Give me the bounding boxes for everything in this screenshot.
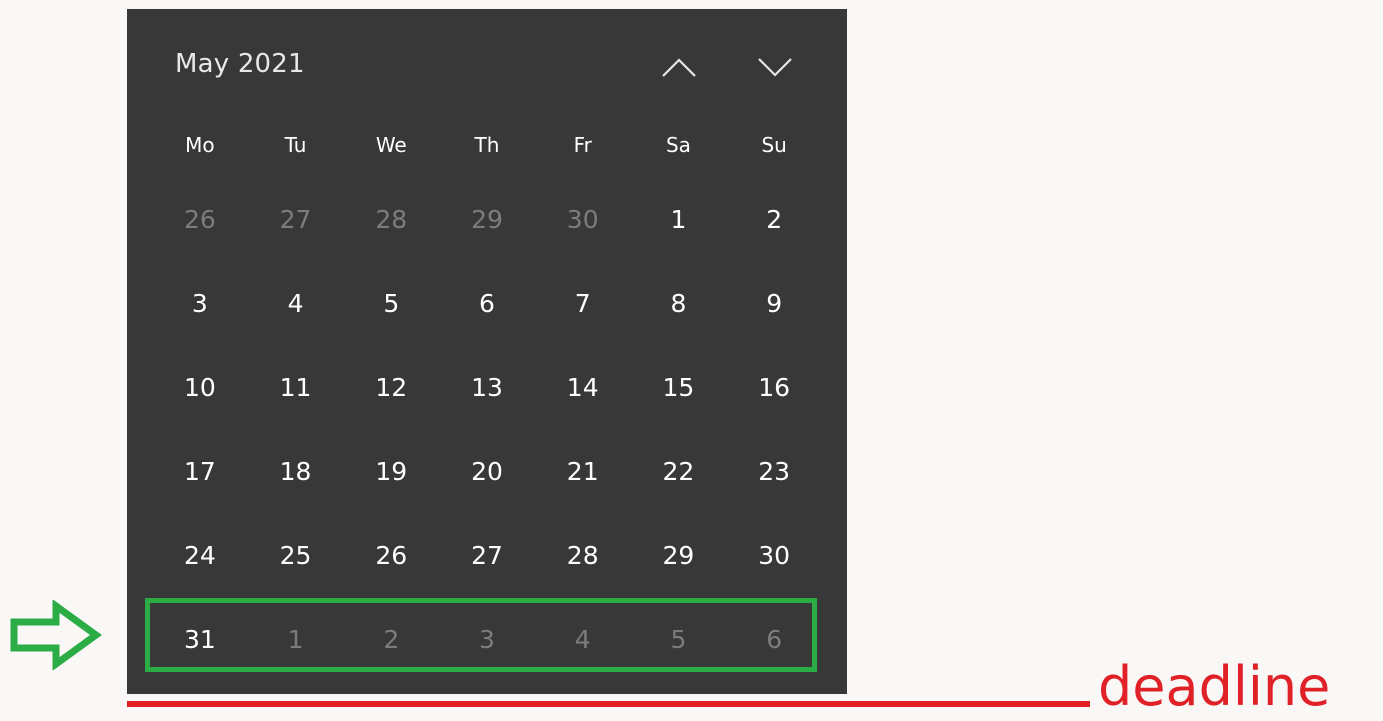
day-cell-other-month[interactable]: 26 [152,177,248,261]
chevron-down-icon [758,58,792,77]
day-cell[interactable]: 8 [631,261,727,345]
weekday-label: Sa [665,133,691,157]
day-cell[interactable]: 15 [631,345,727,429]
calendar-header: May 2021 [127,9,847,127]
day-cell[interactable]: 1 [631,177,727,261]
day-cell[interactable]: 25 [248,513,344,597]
deadline-label: deadline [1098,655,1331,718]
previous-month-button[interactable] [653,45,705,89]
day-cell[interactable]: 9 [726,261,822,345]
weekday-label: Mo [185,133,215,157]
day-cell[interactable]: 29 [631,513,727,597]
day-cell[interactable]: 4 [248,261,344,345]
day-cell[interactable]: 22 [631,429,727,513]
day-cell[interactable]: 6 [439,261,535,345]
next-month-button[interactable] [749,45,801,89]
day-cell[interactable]: 20 [439,429,535,513]
day-cell-other-month[interactable]: 29 [439,177,535,261]
weekday-label: Su [761,133,787,157]
day-cell[interactable]: 5 [343,261,439,345]
weekday-label: Tu [284,133,307,157]
day-cell[interactable]: 14 [535,345,631,429]
day-cell[interactable]: 19 [343,429,439,513]
day-cell[interactable]: 3 [152,261,248,345]
day-cell[interactable]: 13 [439,345,535,429]
deadline-line [127,701,1090,707]
month-year-title[interactable]: May 2021 [175,49,305,79]
day-cell[interactable]: 12 [343,345,439,429]
weekday-label: Th [474,133,500,157]
day-cell[interactable]: 30 [726,513,822,597]
day-cell[interactable]: 11 [248,345,344,429]
calendar-flyout: May 2021 Mo Tu We Th Fr Sa Su 26 27 28 29 30 1 2 3 4 5 6… [127,9,847,694]
day-cell[interactable]: 23 [726,429,822,513]
day-cell[interactable]: 26 [343,513,439,597]
day-cell[interactable]: 10 [152,345,248,429]
right-arrow-outline-icon [10,600,102,670]
day-cell[interactable]: 16 [726,345,822,429]
day-cell-other-month[interactable]: 28 [343,177,439,261]
weekday-label: We [375,133,407,157]
day-cell[interactable]: 27 [439,513,535,597]
stage: May 2021 Mo Tu We Th Fr Sa Su 26 27 28 29 30 1 2 3 4 5 6… [0,0,1383,721]
day-cell[interactable]: 18 [248,429,344,513]
day-cell-other-month[interactable]: 30 [535,177,631,261]
day-cell[interactable]: 17 [152,429,248,513]
day-cell[interactable]: 2 [726,177,822,261]
day-cell[interactable]: 28 [535,513,631,597]
day-cell[interactable]: 21 [535,429,631,513]
last-week-highlight-box [145,598,817,672]
day-cell[interactable]: 7 [535,261,631,345]
chevron-up-icon [662,58,696,77]
day-cell[interactable]: 24 [152,513,248,597]
weekday-label: Fr [573,133,592,157]
weekday-header-row: Mo Tu We Th Fr Sa Su [152,127,822,163]
day-cell-other-month[interactable]: 27 [248,177,344,261]
